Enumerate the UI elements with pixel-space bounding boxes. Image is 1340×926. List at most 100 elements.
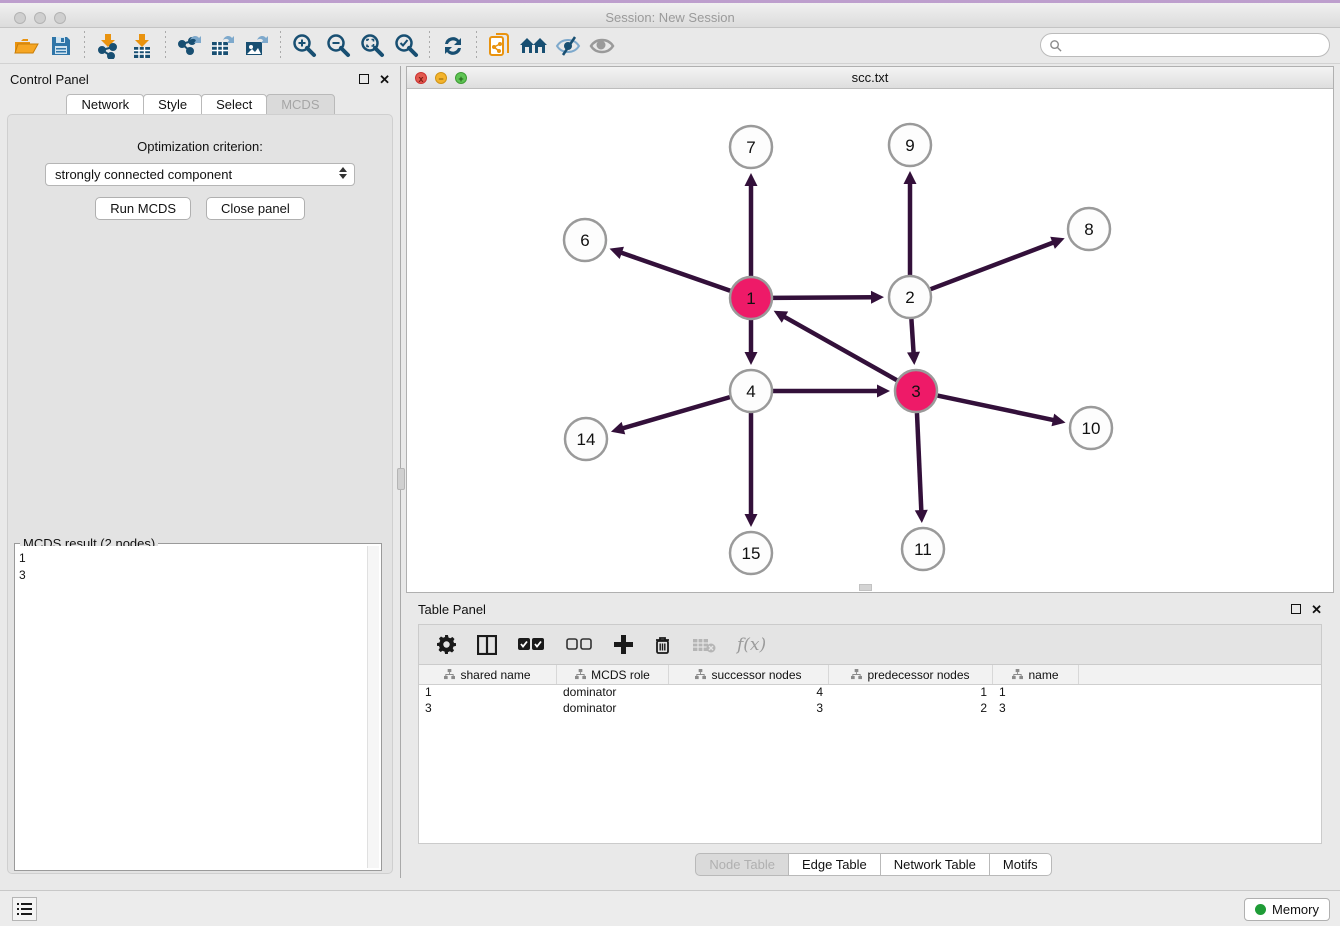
column-header[interactable]: predecessor nodes [829,665,993,684]
graph-edge[interactable] [621,397,730,429]
column-header[interactable]: shared name [419,665,557,684]
eye-slash-icon [554,35,582,57]
duplicate-network-button[interactable] [483,31,517,61]
export-table-button[interactable] [206,31,240,61]
main-toolbar [0,28,1340,64]
table-cell[interactable]: 1 [993,685,1079,701]
table-tabs: Node Table Edge Table Network Table Moti… [406,853,1340,876]
tab-network[interactable]: Network [66,94,144,115]
float-panel-icon[interactable] [359,73,369,86]
close-panel-icon[interactable]: ✕ [379,73,390,86]
table-cell[interactable]: 3 [669,701,829,717]
table-cell[interactable]: 1 [419,685,557,701]
network-canvas[interactable]: 7968124314101511 [407,89,1333,592]
zoom-selected-button[interactable] [389,31,423,61]
list-icon [17,902,33,916]
show-all-button[interactable] [585,31,619,61]
node-label: 6 [580,231,589,250]
houses-icon [519,35,549,57]
task-history-button[interactable] [12,897,37,921]
deselect-all-columns-button[interactable] [566,638,593,651]
search-field[interactable] [1040,33,1330,57]
tab-select[interactable]: Select [201,94,267,115]
import-network-button[interactable] [91,31,125,61]
table-cell[interactable]: 3 [419,701,557,717]
node-label: 1 [746,289,755,308]
import-table-button[interactable] [125,31,159,61]
table-cell[interactable]: 2 [829,701,993,717]
toggle-column-panel-button[interactable] [477,635,497,655]
save-session-button[interactable] [44,31,78,61]
open-session-button[interactable] [10,31,44,61]
table-settings-button[interactable] [437,635,456,654]
tab-mcds[interactable]: MCDS [266,94,334,115]
table-toolbar: f(x) [418,624,1322,664]
delete-table-button[interactable] [692,637,716,653]
export-network-button[interactable] [172,31,206,61]
result-scrollbar[interactable] [367,546,379,868]
memory-button[interactable]: Memory [1244,898,1330,921]
tab-network-table[interactable]: Network Table [880,853,990,876]
table-row[interactable]: 1dominator411 [419,685,1321,701]
tab-node-table[interactable]: Node Table [695,853,789,876]
open-folder-icon [14,35,40,57]
graph-edge[interactable] [773,297,874,298]
edge-arrowhead-icon [871,291,884,304]
optimization-criterion-select[interactable]: strongly connected component [45,163,355,186]
delete-column-button[interactable] [654,635,671,655]
tab-edge-table[interactable]: Edge Table [788,853,881,876]
edge-arrowhead-icon [745,352,758,365]
network-close-icon[interactable]: x [415,72,427,84]
column-header-label: MCDS role [591,668,650,682]
table-cell[interactable]: 4 [669,685,829,701]
toolbar-separator [476,31,477,61]
graph-edge[interactable] [911,319,913,355]
graph-edge[interactable] [917,413,921,513]
graph-edge[interactable] [938,396,1056,421]
function-builder-button[interactable]: f(x) [737,635,766,655]
create-column-button[interactable] [614,635,633,654]
graph-edge[interactable] [931,242,1056,289]
close-panel-button[interactable]: Close panel [206,197,305,220]
export-image-button[interactable] [240,31,274,61]
network-window-title: scc.txt [407,67,1333,85]
search-input[interactable] [1062,38,1329,52]
column-header[interactable]: successor nodes [669,665,829,684]
node-label: 7 [746,138,755,157]
float-table-panel-icon[interactable] [1291,603,1301,616]
first-neighbors-button[interactable] [517,31,551,61]
mcds-result-text[interactable]: 1 3 [17,546,367,868]
close-table-panel-icon[interactable]: ✕ [1311,603,1322,616]
table-cell[interactable]: 1 [829,685,993,701]
duplicate-network-icon [488,32,512,60]
table-cell[interactable]: 3 [993,701,1079,717]
network-splitter-grip[interactable] [859,584,872,591]
table-cell[interactable]: dominator [557,701,669,717]
network-minimize-icon[interactable]: − [435,72,447,84]
network-maximize-icon[interactable]: + [455,72,467,84]
zoom-in-button[interactable] [287,31,321,61]
columns-icon [477,635,497,655]
zoom-fit-button[interactable] [355,31,389,61]
table-row[interactable]: 3dominator323 [419,701,1321,717]
column-header[interactable]: MCDS role [557,665,669,684]
memory-label: Memory [1272,902,1319,917]
tab-motifs[interactable]: Motifs [989,853,1052,876]
network-window-titlebar[interactable]: x − + scc.txt [407,67,1333,89]
table-body: 1dominator4113dominator323 [419,685,1321,717]
zoom-out-button[interactable] [321,31,355,61]
graph-edge[interactable] [619,252,730,291]
edge-arrowhead-icon [745,514,758,527]
graph-edge[interactable] [782,316,896,381]
panel-splitter-handle[interactable] [397,468,405,490]
run-mcds-button[interactable]: Run MCDS [95,197,191,220]
select-all-columns-button[interactable] [518,638,545,651]
checked-boxes-icon [518,638,545,651]
column-header[interactable]: name [993,665,1079,684]
node-table[interactable]: shared name MCDS role successor nodesprede… [418,664,1322,844]
column-header-label: shared name [460,668,530,682]
tab-style[interactable]: Style [143,94,202,115]
apply-layout-button[interactable] [436,31,470,61]
hide-selected-button[interactable] [551,31,585,61]
table-cell[interactable]: dominator [557,685,669,701]
